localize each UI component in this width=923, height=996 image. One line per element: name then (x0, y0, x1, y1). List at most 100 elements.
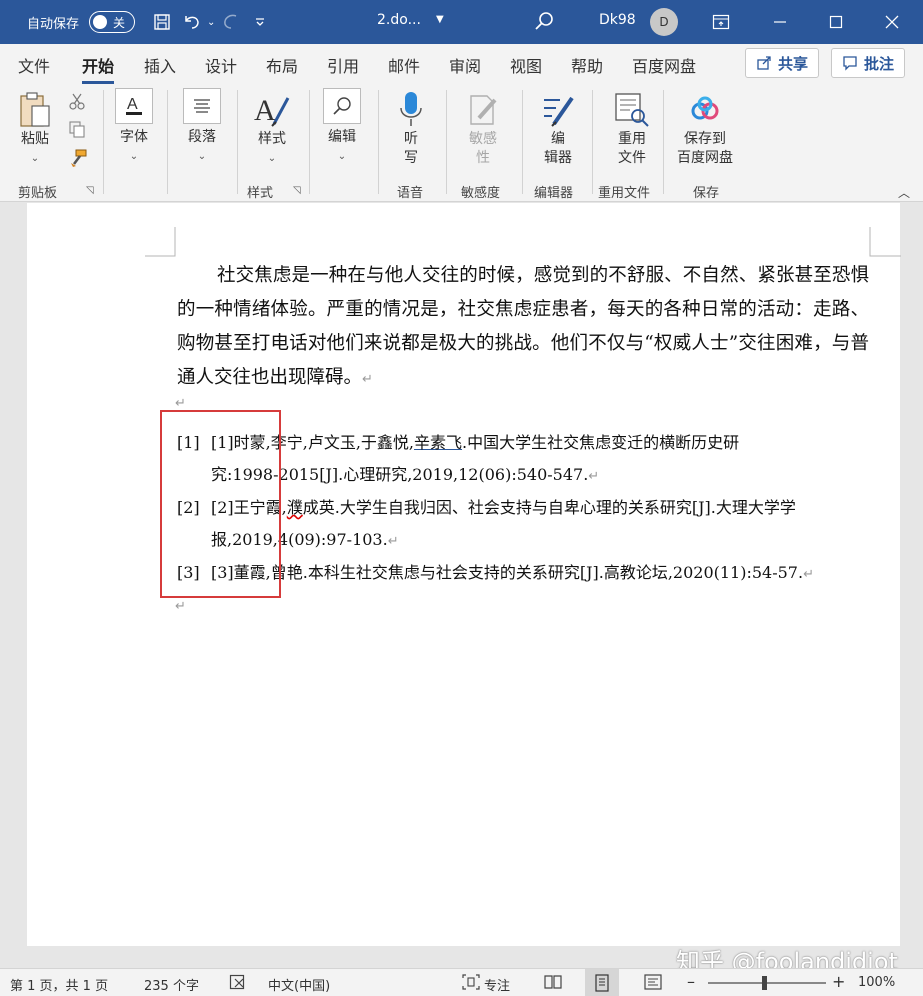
paragraph-dropdown-icon[interactable]: ⌄ (198, 147, 206, 166)
customize-qat-icon[interactable] (245, 7, 275, 37)
tab-baidu-netdisk[interactable]: 百度网盘 (632, 53, 696, 77)
web-layout-icon[interactable] (643, 973, 663, 995)
body-paragraph[interactable]: 社交焦虑是一种在与他人交往的时候，感觉到的不舒服、不自然、紧张甚至恐惧的一种情绪… (177, 259, 869, 397)
paragraph-button[interactable]: 段落 ⌄ (183, 88, 221, 166)
paste-button[interactable]: 粘贴 ⌄ (18, 90, 52, 168)
sensitivity-label-1: 敏感 (469, 131, 497, 147)
font-dropdown-icon[interactable]: ⌄ (130, 147, 138, 166)
styles-icon: A (252, 90, 292, 130)
margin-corner-right (869, 227, 901, 257)
editing-button[interactable]: 编辑 ⌄ (323, 88, 361, 166)
tab-mailings[interactable]: 邮件 (388, 53, 420, 77)
reference-item[interactable]: [1] [1]时蒙,李宁,卢文玉,于鑫悦,辛素飞.中国大学生社交焦虑变迁的横断历… (177, 427, 877, 491)
reference-text: [1]时蒙,李宁,卢文玉,于鑫悦,辛素飞.中国大学生社交焦虑变迁的横断历史研 (211, 433, 740, 452)
cut-icon[interactable] (68, 92, 86, 114)
tab-insert[interactable]: 插入 (144, 53, 176, 77)
tab-review[interactable]: 审阅 (449, 53, 481, 77)
reuse-files-button[interactable]: 重用 文件 (612, 90, 652, 168)
zoom-slider-thumb[interactable] (762, 976, 767, 990)
share-label: 共享 (778, 54, 809, 73)
document-title[interactable]: 2.do... (377, 12, 421, 28)
tab-help[interactable]: 帮助 (571, 53, 603, 77)
svg-text:A: A (254, 94, 276, 127)
paragraph-label: 段落 (188, 129, 216, 145)
dictate-label-1: 听 (404, 131, 418, 147)
title-dropdown-icon[interactable]: ▼ (436, 14, 444, 25)
ribbon-display-icon[interactable] (693, 0, 749, 44)
avatar[interactable]: D (650, 8, 678, 36)
share-icon (757, 56, 771, 70)
autosave-toggle[interactable]: 关 (89, 11, 136, 33)
highlight-box (160, 410, 281, 598)
page-count[interactable]: 第 1 页，共 1 页 (10, 975, 108, 994)
tab-file[interactable]: 文件 (18, 53, 50, 77)
dictate-button[interactable]: 听 写 (396, 90, 426, 168)
user-name[interactable]: Dk98 (599, 12, 636, 28)
autosave-label: 自动保存 (27, 16, 80, 32)
paragraph-mark: ↵ (175, 599, 186, 614)
language[interactable]: 中文(中国) (268, 975, 330, 994)
toggle-knob (93, 15, 108, 29)
tab-references[interactable]: 引用 (327, 53, 359, 77)
dictate-label-2: 写 (404, 150, 418, 166)
tab-view[interactable]: 视图 (510, 53, 542, 77)
save-to-baidu-label-1: 保存到 (684, 131, 726, 147)
reference-item[interactable]: [3] [3]董霞,曾艳.本科生社交焦虑与社会支持的关系研究[J].高教论坛,2… (177, 557, 877, 589)
editor-icon (538, 90, 578, 130)
zoom-slider[interactable] (708, 982, 826, 984)
baidu-netdisk-icon (688, 90, 722, 130)
sensitivity-button[interactable]: 敏感 性 (465, 90, 501, 168)
reference-item[interactable]: [2] [2]王宁霞,濮成英.大学生自我归因、社会支持与自卑心理的关系研究[J]… (177, 492, 877, 556)
print-layout-icon[interactable] (585, 969, 619, 996)
clipboard-launcher-icon[interactable]: ◹ (86, 185, 94, 196)
word-count[interactable]: 235 个字 (144, 975, 199, 994)
minimize-icon[interactable] (752, 0, 808, 44)
format-painter-icon[interactable] (68, 148, 88, 172)
group-clipboard-label: 剪贴板 (18, 186, 58, 201)
document-page[interactable]: 社交焦虑是一种在与他人交往的时候，感觉到的不舒服、不自然、紧张甚至恐惧的一种情绪… (27, 203, 901, 946)
redo-icon[interactable] (215, 7, 245, 37)
copy-icon[interactable] (68, 120, 86, 142)
find-icon (323, 88, 361, 124)
search-icon[interactable] (533, 10, 555, 36)
save-to-baidu-button[interactable]: 保存到 百度网盘 (677, 90, 733, 168)
maximize-icon[interactable] (808, 0, 864, 44)
save-icon[interactable] (147, 7, 177, 37)
editor-label-1: 编 (551, 131, 565, 147)
undo-icon[interactable] (177, 7, 207, 37)
tab-home[interactable]: 开始 (82, 53, 115, 84)
proofing-icon[interactable] (229, 974, 247, 994)
group-styles-label: 样式 (247, 186, 274, 201)
zoom-out-icon[interactable]: – (687, 972, 695, 991)
zoom-level[interactable]: 100% (858, 975, 895, 990)
collapse-ribbon-icon[interactable]: ︿ (898, 184, 910, 201)
font-button[interactable]: A 字体 ⌄ (115, 88, 153, 166)
paragraph-icon (183, 88, 221, 124)
tab-layout[interactable]: 布局 (266, 53, 298, 77)
zoom-in-icon[interactable]: + (832, 972, 845, 991)
sensitivity-label-2: 性 (476, 150, 490, 166)
spelling-flag[interactable]: 濮 (287, 498, 303, 517)
tab-design[interactable]: 设计 (205, 53, 237, 77)
sensitivity-icon (465, 90, 501, 130)
reference-text: [3]董霞,曾艳.本科生社交焦虑与社会支持的关系研究[J].高教论坛,2020(… (211, 563, 814, 582)
font-label: 字体 (120, 129, 148, 145)
focus-label[interactable]: 专注 (484, 975, 510, 994)
read-mode-icon[interactable] (543, 973, 563, 995)
comments-label: 批注 (864, 54, 895, 73)
styles-dropdown-icon[interactable]: ⌄ (268, 149, 276, 168)
clipboard-icon (18, 90, 52, 130)
styles-launcher-icon[interactable]: ◹ (293, 185, 301, 196)
close-icon[interactable] (864, 0, 920, 44)
paste-dropdown-icon[interactable]: ⌄ (31, 149, 39, 168)
undo-dropdown-icon[interactable]: ⌄ (207, 17, 215, 28)
font-color-icon: A (115, 88, 153, 124)
comments-button[interactable]: 批注 (831, 48, 906, 78)
styles-button[interactable]: A 样式 ⌄ (252, 90, 292, 168)
share-button[interactable]: 共享 (745, 48, 820, 78)
editing-dropdown-icon[interactable]: ⌄ (338, 147, 346, 166)
editing-label: 编辑 (328, 129, 356, 145)
body-paragraph-text: 社交焦虑是一种在与他人交往的时候，感觉到的不舒服、不自然、紧张甚至恐惧的一种情绪… (177, 265, 869, 388)
focus-icon[interactable] (462, 974, 480, 994)
editor-button[interactable]: 编 辑器 (538, 90, 578, 168)
